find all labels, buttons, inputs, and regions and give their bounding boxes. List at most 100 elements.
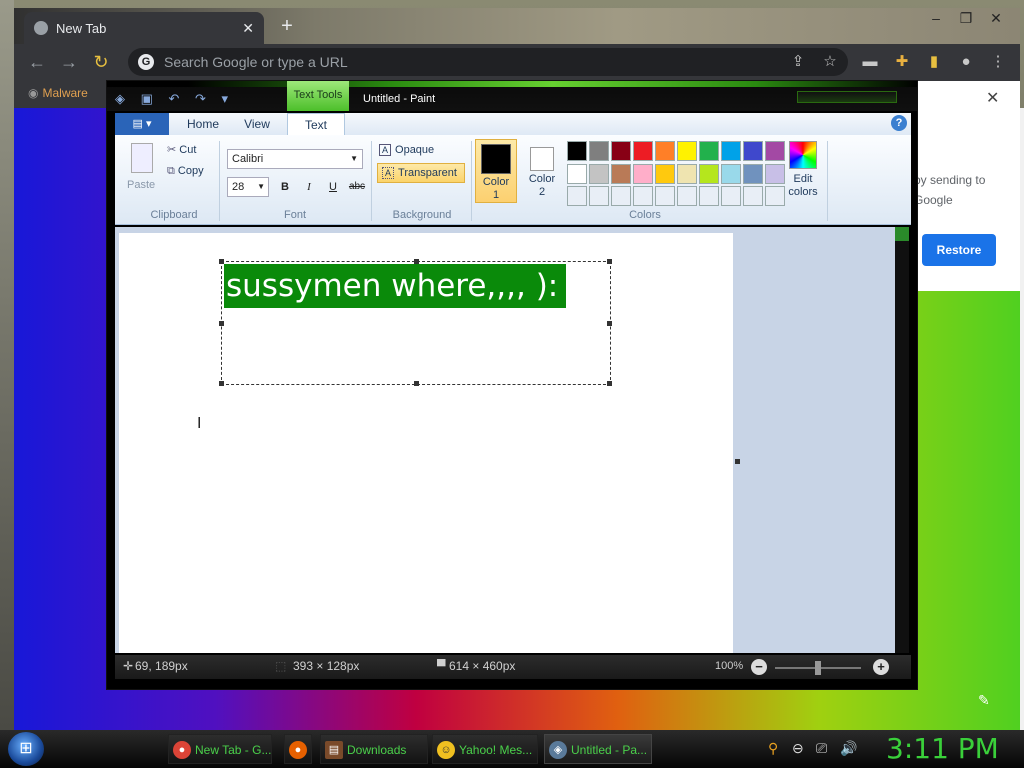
paste-icon[interactable] <box>131 143 153 173</box>
network-icon[interactable]: ⎚ <box>816 740 827 757</box>
edit-colors-button[interactable]: Edit colors <box>785 141 821 205</box>
palette-swatch[interactable] <box>611 141 631 161</box>
side-panel-icon[interactable]: ▮ <box>924 52 944 72</box>
bookmark-star-icon[interactable]: ☆ <box>820 52 840 72</box>
palette-swatch[interactable] <box>655 163 675 184</box>
transparent-button[interactable]: A Transparent <box>377 163 465 183</box>
resize-handle[interactable] <box>414 259 419 264</box>
color1-button[interactable]: Color 1 <box>475 139 517 203</box>
taskbar-item-firefox[interactable]: ● <box>284 734 312 764</box>
color2-button[interactable]: Color 2 <box>521 139 563 203</box>
copy-button[interactable]: ⧉ Copy <box>167 165 204 178</box>
zoom-out-icon[interactable]: − <box>751 659 767 675</box>
profile-avatar-icon[interactable]: ● <box>956 52 976 72</box>
palette-swatch[interactable] <box>765 163 785 184</box>
maximize-icon[interactable]: ❐ <box>952 8 980 28</box>
palette-swatch[interactable] <box>677 163 697 184</box>
text-box-selection[interactable]: sussymen where,,,, ): <box>219 259 612 386</box>
paste-button[interactable]: Paste <box>127 179 155 191</box>
canvas-text[interactable]: sussymen where,,,, ): <box>224 264 567 308</box>
palette-swatch[interactable] <box>765 186 785 207</box>
canvas-scrollbar[interactable] <box>895 227 909 653</box>
palette-swatch[interactable] <box>567 186 587 207</box>
font-family-select[interactable]: Calibri ▼ <box>227 149 363 169</box>
resize-handle[interactable] <box>607 381 612 386</box>
palette-swatch[interactable] <box>655 141 675 161</box>
taskbar-item-yahoo[interactable]: ☺ Yahoo! Mes... <box>432 734 538 764</box>
start-button[interactable]: ⊞ <box>8 732 44 766</box>
palette-swatch[interactable] <box>743 163 763 184</box>
tab-home[interactable]: Home <box>177 113 229 135</box>
page-scrollbar[interactable] <box>1020 108 1024 730</box>
resize-handle[interactable] <box>219 381 224 386</box>
palette-swatch[interactable] <box>567 141 587 161</box>
palette-swatch[interactable] <box>699 141 719 161</box>
palette-swatch[interactable] <box>765 141 785 161</box>
customize-pen-icon[interactable]: ✎ <box>978 692 990 709</box>
window-controls[interactable] <box>797 91 897 103</box>
chrome-menu-icon[interactable]: ⋮ <box>988 52 1008 72</box>
close-window-icon[interactable]: ✕ <box>982 8 1010 28</box>
extensions-puzzle-icon[interactable]: ✚ <box>892 52 912 72</box>
bold-button[interactable]: B <box>275 177 295 197</box>
tab-text[interactable]: Text <box>287 113 345 135</box>
resize-handle[interactable] <box>414 381 419 386</box>
zoom-in-icon[interactable]: + <box>873 659 889 675</box>
palette-swatch[interactable] <box>633 141 653 161</box>
underline-button[interactable]: U <box>323 177 343 197</box>
palette-swatch[interactable] <box>677 141 697 161</box>
canvas-resize-handle[interactable] <box>735 459 740 464</box>
palette-swatch[interactable] <box>699 186 719 207</box>
italic-button[interactable]: I <box>299 177 319 197</box>
resize-handle[interactable] <box>607 259 612 264</box>
file-menu-button[interactable]: ▤ ▾ <box>115 113 169 135</box>
palette-swatch[interactable] <box>633 163 653 184</box>
volume-icon[interactable]: 🔊 <box>840 740 857 757</box>
help-icon[interactable]: ? <box>891 115 907 131</box>
popup-close-icon[interactable]: ✕ <box>986 88 999 108</box>
strikethrough-button[interactable]: abc <box>347 177 367 197</box>
resize-handle[interactable] <box>219 259 224 264</box>
back-icon[interactable]: ← <box>26 52 48 74</box>
taskbar-item-paint[interactable]: ◈ Untitled - Pa... <box>544 734 652 764</box>
palette-swatch[interactable] <box>567 163 587 184</box>
palette-swatch[interactable] <box>589 141 609 161</box>
reload-icon[interactable]: ↻ <box>90 52 112 74</box>
tab-close-icon[interactable]: ✕ <box>242 20 254 37</box>
palette-swatch[interactable] <box>611 186 631 207</box>
tab-view[interactable]: View <box>231 113 283 135</box>
palette-swatch[interactable] <box>655 186 675 207</box>
palette-swatch[interactable] <box>743 141 763 161</box>
quick-access-toolbar[interactable]: ◈ ▣ ↶ ↷ ▾ <box>115 91 234 107</box>
bookmark-malware[interactable]: ◉ Malware <box>28 86 88 100</box>
palette-swatch[interactable] <box>589 163 609 184</box>
palette-swatch[interactable] <box>721 163 741 184</box>
palette-swatch[interactable] <box>721 141 741 161</box>
taskbar-item-downloads[interactable]: ▤ Downloads <box>320 734 428 764</box>
search-icon[interactable]: ⚲ <box>768 740 778 757</box>
palette-swatch[interactable] <box>743 186 763 207</box>
omnibox[interactable]: G Search Google or type a URL <box>128 48 848 76</box>
palette-swatch[interactable] <box>721 186 741 207</box>
extension-flag-icon[interactable]: ▬ <box>860 52 880 72</box>
palette-swatch[interactable] <box>611 163 631 184</box>
resize-handle[interactable] <box>219 321 224 326</box>
drawing-canvas[interactable]: sussymen where,,,, ): I <box>119 233 733 653</box>
forward-icon[interactable]: → <box>58 52 80 74</box>
minimize-icon[interactable]: – <box>922 8 950 28</box>
browser-tab[interactable]: New Tab ✕ <box>24 12 264 44</box>
resize-handle[interactable] <box>607 321 612 326</box>
restore-button[interactable]: Restore <box>922 234 996 266</box>
tray-status-icon[interactable]: ⊖ <box>792 740 804 757</box>
new-tab-button[interactable]: + <box>276 16 298 38</box>
font-size-select[interactable]: 28 ▼ <box>227 177 269 197</box>
scroll-thumb[interactable] <box>895 227 909 241</box>
taskbar-clock[interactable]: 3:11 PM <box>886 732 999 766</box>
share-icon[interactable]: ⇪ <box>788 52 808 72</box>
palette-swatch[interactable] <box>699 163 719 184</box>
palette-swatch[interactable] <box>677 186 697 207</box>
taskbar-item-chrome[interactable]: ● New Tab - G... <box>168 734 272 764</box>
opaque-button[interactable]: A Opaque <box>379 141 469 159</box>
palette-swatch[interactable] <box>633 186 653 207</box>
cut-button[interactable]: ✂ Cut <box>167 143 196 156</box>
